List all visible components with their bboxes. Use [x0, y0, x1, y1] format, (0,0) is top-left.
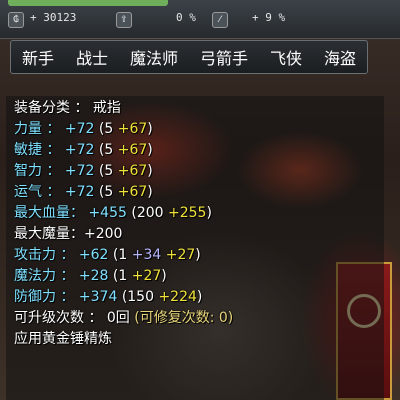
stat-base: (5 [98, 184, 114, 200]
stat-close: ) [206, 205, 212, 221]
upgrade-slots-text: 可升级次数 ： 0回 [14, 310, 130, 326]
stat-label: 最大血量： [14, 205, 84, 221]
stat-base: (5 [98, 163, 114, 179]
stat-row-maxhp: 最大血量： +455 (200 +255) [14, 203, 212, 224]
stat-row-attack: 攻击力 ： +62 (1 +34 +27) [14, 245, 201, 266]
stat-total: +455 [88, 205, 127, 221]
item-stats-panel: 装备分类 ： 戒指 力量 ： +72 (5 +67) 敏捷 ： +72 (5 +… [6, 96, 384, 400]
golden-hammer-text: 应用黄金锤精炼 [14, 331, 112, 347]
stat-base: (5 [98, 121, 114, 137]
job-tab-pirate[interactable]: 海盗 [322, 45, 358, 69]
equip-category-value: 戒指 [92, 100, 121, 116]
stat-label: 魔法力 ： [14, 268, 75, 284]
top-status-bar: ₲ + 30123 ⇪ 0 % ⁄ + 9 % [0, 0, 400, 39]
stat-bonus: +27 [131, 268, 162, 284]
percent-value-2: + 9 % [252, 11, 286, 24]
stat-bonus: +224 [158, 289, 197, 305]
stat-base: (150 [121, 289, 154, 305]
equip-category-row: 装备分类 ： 戒指 [14, 98, 121, 119]
stat-close: ) [147, 121, 153, 137]
stat-total: +62 [78, 247, 109, 263]
stat-total: +72 [64, 184, 95, 200]
stat-close: ) [196, 289, 203, 305]
stat-row-luk: 运气 ： +72 (5 +67) [14, 182, 153, 203]
stat-close: ) [147, 142, 153, 158]
job-tab-bowman[interactable]: 弓箭手 [198, 45, 250, 69]
stat-label: 力量 ： [14, 121, 61, 137]
stat-label: 智力 ： [14, 163, 61, 179]
equip-category-label: 装备分类 ： [14, 100, 89, 116]
stat-row-dex: 敏捷 ： +72 (5 +67) [14, 140, 153, 161]
stat-base: (200 [131, 205, 164, 221]
stat-bonus: +67 [117, 163, 148, 179]
max-mp-text: 最大魔量：+200 [14, 226, 123, 242]
stat-row-str: 力量 ： +72 (5 +67) [14, 119, 153, 140]
stat-total: +28 [78, 268, 109, 284]
stat-total: +374 [78, 289, 118, 305]
stat-total: +72 [64, 163, 95, 179]
stat-close: ) [161, 268, 167, 284]
job-tab-beginner[interactable]: 新手 [20, 45, 56, 69]
stat-bonus: +67 [117, 121, 148, 137]
stat-label: 防御力 ： [14, 289, 75, 305]
repair-count-text: (可修复次数: 0) [134, 310, 234, 326]
stat-row-magic: 魔法力 ： +28 (1 +27) [14, 266, 167, 287]
stat-bonus: +67 [117, 184, 148, 200]
stat-base: (5 [98, 142, 114, 158]
stat-bonus: +27 [165, 247, 196, 263]
stat-close: ) [147, 163, 153, 179]
stat-base: (1 [112, 247, 128, 263]
stat-row-maxmp: 最大魔量：+200 [14, 224, 122, 245]
stat-total: +72 [64, 121, 95, 137]
stat-close: ) [195, 247, 201, 263]
stat-bonus: +255 [168, 205, 207, 221]
stat-row-int: 智力 ： +72 (5 +67) [14, 161, 153, 182]
percent-value-1: 0 % [176, 11, 196, 24]
currency-value: + 30123 [30, 11, 77, 24]
stat-row-defense: 防御力 ： +374 (150 +224) [14, 287, 202, 308]
stat-label: 运气 ： [14, 184, 61, 200]
job-tab-thief[interactable]: 飞侠 [268, 45, 304, 69]
stat-base: (1 [112, 268, 128, 284]
job-filter-bar: 新手 战士 魔法师 弓箭手 飞侠 海盗 [10, 40, 368, 74]
stat-close: ) [147, 184, 153, 200]
stat-label: 敏捷 ： [14, 142, 61, 158]
stat-label: 攻击力 ： [14, 247, 75, 263]
stat-total: +72 [64, 142, 95, 158]
golden-hammer-row: 应用黄金锤精炼 [14, 329, 112, 350]
job-tab-magician[interactable]: 魔法师 [128, 45, 180, 69]
stat-bonus: +67 [117, 142, 148, 158]
upload-arrow-icon[interactable]: ⇪ [116, 12, 132, 28]
slash-box-icon[interactable]: ⁄ [212, 12, 228, 28]
upgrade-slots-row: 可升级次数 ： 0回 (可修复次数: 0) [14, 308, 233, 329]
stat-bonus-extra: +34 [131, 247, 162, 263]
top-green-strip [8, 0, 168, 6]
money-bag-icon[interactable]: ₲ [8, 12, 24, 28]
job-tab-warrior[interactable]: 战士 [74, 45, 110, 69]
